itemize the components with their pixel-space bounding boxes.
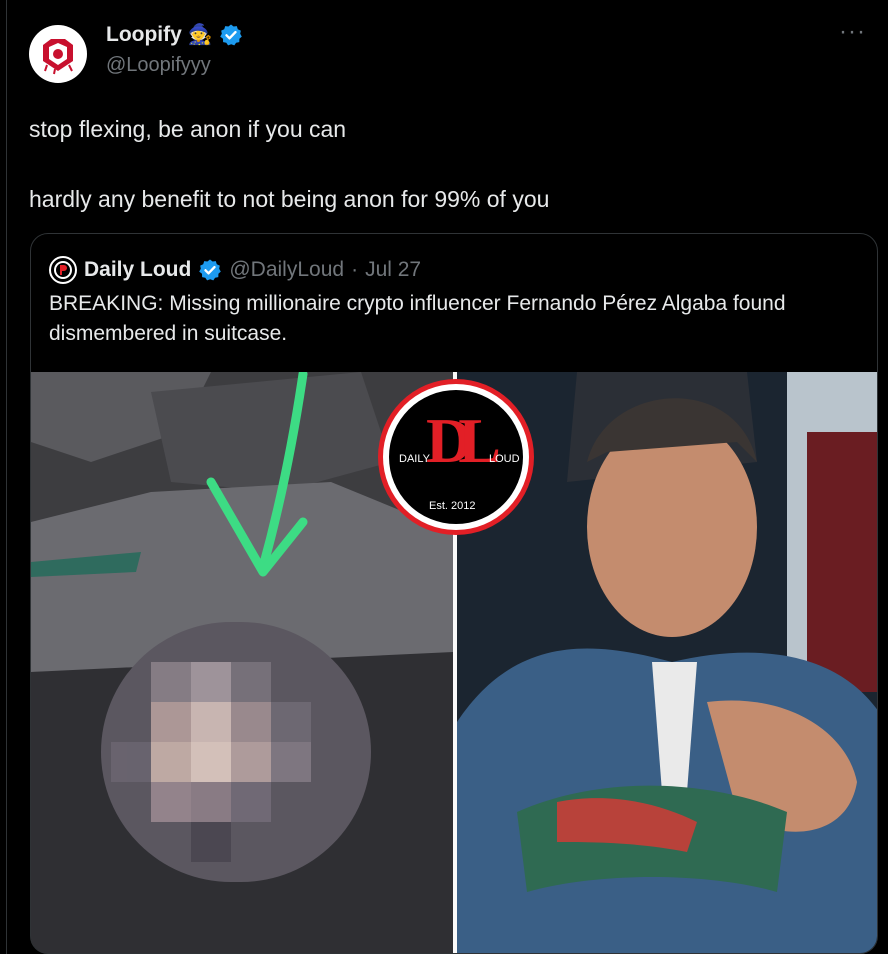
logo-daily-text: DAILY	[399, 453, 430, 465]
author-avatar[interactable]	[29, 25, 87, 83]
meta-separator: ·	[351, 258, 359, 281]
author-handle[interactable]: @Loopifyyy	[106, 54, 211, 77]
author-display-name[interactable]: Loopify	[106, 23, 182, 47]
quoted-display-name[interactable]: Daily Loud	[84, 258, 191, 282]
logo-letters: DL	[426, 405, 501, 476]
tweet-text: stop flexing, be anon if you can hardly …	[29, 116, 550, 212]
quoted-tweet-header: Daily Loud @DailyLoud · Jul 27	[49, 256, 421, 284]
quoted-media[interactable]: DL DAILY LOUD Est. 2012	[31, 372, 877, 953]
quoted-handle[interactable]: @DailyLoud	[229, 258, 344, 282]
quoted-date[interactable]: Jul 27	[365, 258, 421, 282]
loopify-logo-icon	[43, 39, 73, 75]
logo-loud-text: LOUD	[489, 453, 520, 465]
quoted-author-avatar[interactable]	[49, 256, 77, 284]
verified-badge-icon	[219, 24, 242, 45]
timeline-border	[6, 0, 7, 954]
author-name-row: Loopify 🧙	[106, 22, 243, 47]
logo-est-text: Est. 2012	[429, 500, 476, 512]
quoted-tweet-text: BREAKING: Missing millionaire crypto inf…	[49, 292, 786, 345]
more-options-button[interactable]: ···	[839, 18, 866, 46]
quoted-tweet-card[interactable]: Daily Loud @DailyLoud · Jul 27 BREAKING:…	[30, 233, 878, 954]
wizard-emoji: 🧙	[187, 24, 213, 46]
verified-badge-icon	[199, 259, 222, 281]
daily-loud-logo-icon	[54, 261, 72, 279]
